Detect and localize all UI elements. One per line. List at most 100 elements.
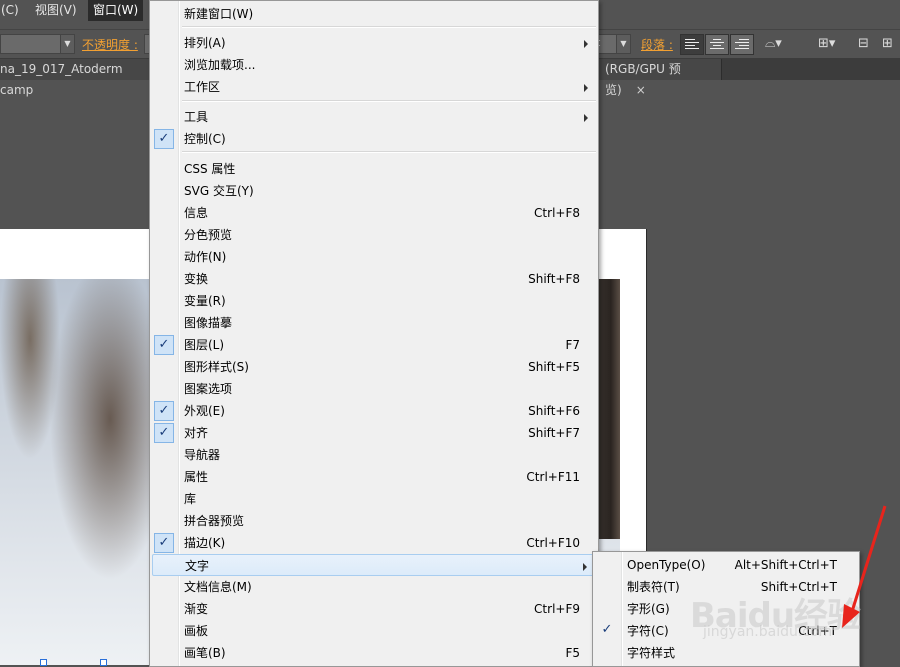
menu-item-label: 图形样式(S) <box>184 360 249 374</box>
menu-item-label: 图层(L) <box>184 338 225 352</box>
menu-item[interactable]: 排列(A) <box>152 32 596 54</box>
close-icon[interactable]: × <box>636 83 646 97</box>
menu-item[interactable]: ✓ 对齐 Shift+F7 <box>152 422 596 444</box>
menu-item-label: 描边(K) <box>184 536 226 550</box>
document-tab-label: na_19_017_Atoderm camp <box>0 62 123 97</box>
checkmark-icon: ✓ <box>154 423 174 443</box>
paragraph-label[interactable]: 段落 : <box>641 36 673 53</box>
menu-separator <box>182 151 596 153</box>
menu-item-label: 文档信息(M) <box>184 580 252 594</box>
warp-icon[interactable]: ⌓▾ <box>765 36 782 51</box>
menu-item[interactable]: 文字 <box>152 554 596 576</box>
align-left-button[interactable] <box>680 34 704 55</box>
menu-item-label: 画板 <box>184 624 209 638</box>
menu-item[interactable]: ✓ 外观(E) Shift+F6 <box>152 400 596 422</box>
menu-item[interactable]: SVG 交互(Y) <box>152 180 596 202</box>
menu-item-label: 外观(E) <box>184 404 225 418</box>
submenu-arrow-icon <box>584 40 588 48</box>
menu-item[interactable]: 画笔(B) F5 <box>152 642 596 664</box>
checkmark-icon: ✓ <box>601 622 613 637</box>
menu-item-label: 新建窗口(W) <box>184 7 254 21</box>
document-tab[interactable]: na_19_017_Atoderm camp <box>0 59 157 97</box>
transform-icon[interactable]: ⊞▾ <box>818 36 835 51</box>
menu-item[interactable]: 动作(N) <box>152 246 596 268</box>
menu-item[interactable]: ✓ 描边(K) Ctrl+F10 <box>152 532 596 554</box>
menu-view[interactable]: 视图(V) <box>30 0 82 21</box>
menu-separator <box>182 100 596 102</box>
menu-item[interactable]: 新建窗口(W) <box>152 3 596 25</box>
menu-item-shortcut: F7 <box>565 338 580 352</box>
menu-item[interactable]: 分色预览 <box>152 224 596 246</box>
menu-item-shortcut: Shift+F6 <box>528 404 580 418</box>
menu-item-label: 变量(R) <box>184 294 226 308</box>
menu-item-label: SVG 交互(Y) <box>184 184 254 198</box>
menu-item-shortcut: Shift+F5 <box>528 360 580 374</box>
menu-item[interactable]: 图像描摹 <box>152 312 596 334</box>
menu-item-label: 控制(C) <box>184 132 226 146</box>
menu-item-label: 分色预览 <box>184 228 233 242</box>
menu-item-shortcut: Ctrl+F11 <box>526 470 580 484</box>
font-size-arrow[interactable]: ▼ <box>616 34 631 54</box>
align-center-button[interactable] <box>705 34 729 55</box>
submenu-arrow-icon <box>584 114 588 122</box>
baidu-watermark-url: jingyan.baidu.com <box>703 624 833 640</box>
distribute-icon[interactable]: ⊞ <box>882 36 893 51</box>
submenu-arrow-icon <box>584 84 588 92</box>
submenu-item-label: OpenType(O) <box>627 558 706 572</box>
menu-item[interactable]: 文档信息(M) <box>152 576 596 598</box>
menu-item[interactable]: 图形样式(S) Shift+F5 <box>152 356 596 378</box>
menu-item[interactable]: 导航器 <box>152 444 596 466</box>
menu-item-label: 导航器 <box>184 448 221 462</box>
menu-item-label: 浏览加载项... <box>184 58 256 72</box>
menu-item[interactable]: ✓ 控制(C) <box>152 128 596 150</box>
menu-item-label: 渐变 <box>184 602 209 616</box>
menu-item-shortcut: Ctrl+F9 <box>534 602 580 616</box>
placed-photo-edge <box>597 279 620 539</box>
menu-item-shortcut: F5 <box>565 646 580 660</box>
menu-item[interactable]: 变量(R) <box>152 290 596 312</box>
menu-item-label: 库 <box>184 492 197 506</box>
active-document-tab[interactable]: (RGB/GPU 预览) × <box>598 59 722 97</box>
menu-item[interactable]: 库 <box>152 488 596 510</box>
menu-separator <box>182 26 596 28</box>
menu-item-label: 文字 <box>185 559 210 573</box>
submenu-arrow-icon <box>583 563 587 571</box>
menu-item[interactable]: 工具 <box>152 106 596 128</box>
checkmark-icon: ✓ <box>154 129 174 149</box>
menu-item-label: 动作(N) <box>184 250 227 264</box>
menu-item[interactable]: 属性 Ctrl+F11 <box>152 466 596 488</box>
menu-item-label: CSS 属性 <box>184 162 236 176</box>
menu-item[interactable]: 画板 <box>152 620 596 642</box>
style-dropdown[interactable] <box>0 34 62 54</box>
submenu-item[interactable]: 字符样式 <box>595 642 857 664</box>
menu-item-label: 属性 <box>184 470 209 484</box>
menu-item-shortcut: Ctrl+F8 <box>534 206 580 220</box>
menu-edit[interactable]: (C) <box>0 0 24 21</box>
submenu-item[interactable]: OpenType(O) Alt+Shift+Ctrl+T <box>595 554 857 576</box>
menu-item[interactable]: 变换 Shift+F8 <box>152 268 596 290</box>
align-panel-icon[interactable]: ⊟ <box>858 36 869 51</box>
menu-item-label: 图像描摹 <box>184 316 233 330</box>
submenu-item-label: 制表符(T) <box>627 580 680 594</box>
menu-item-label: 工作区 <box>184 80 221 94</box>
menu-item[interactable]: CSS 属性 <box>152 158 596 180</box>
menu-item[interactable]: 信息 Ctrl+F8 <box>152 202 596 224</box>
red-arrow-annotation <box>842 505 887 628</box>
menu-item[interactable]: 浏览加载项... <box>152 54 596 76</box>
align-right-button[interactable] <box>730 34 754 55</box>
menu-item[interactable]: 渐变 Ctrl+F9 <box>152 598 596 620</box>
menu-item[interactable]: 拼合器预览 <box>152 510 596 532</box>
checkmark-icon: ✓ <box>154 533 174 553</box>
menu-window[interactable]: 窗口(W) <box>88 0 144 21</box>
style-dropdown-arrow[interactable]: ▼ <box>60 34 75 54</box>
submenu-item-label: 字符(C) <box>627 624 669 638</box>
submenu-item-label: 字形(G) <box>627 602 670 616</box>
menu-item[interactable]: ✓ 图层(L) F7 <box>152 334 596 356</box>
menu-item[interactable]: 工作区 <box>152 76 596 98</box>
menu-item[interactable]: 图案选项 <box>152 378 596 400</box>
opacity-label[interactable]: 不透明度 : <box>82 36 138 53</box>
menu-item-label: 拼合器预览 <box>184 514 245 528</box>
menu-item-label: 工具 <box>184 110 209 124</box>
menu-item-shortcut: Shift+F7 <box>528 426 580 440</box>
menu-item-label: 画笔(B) <box>184 646 226 660</box>
